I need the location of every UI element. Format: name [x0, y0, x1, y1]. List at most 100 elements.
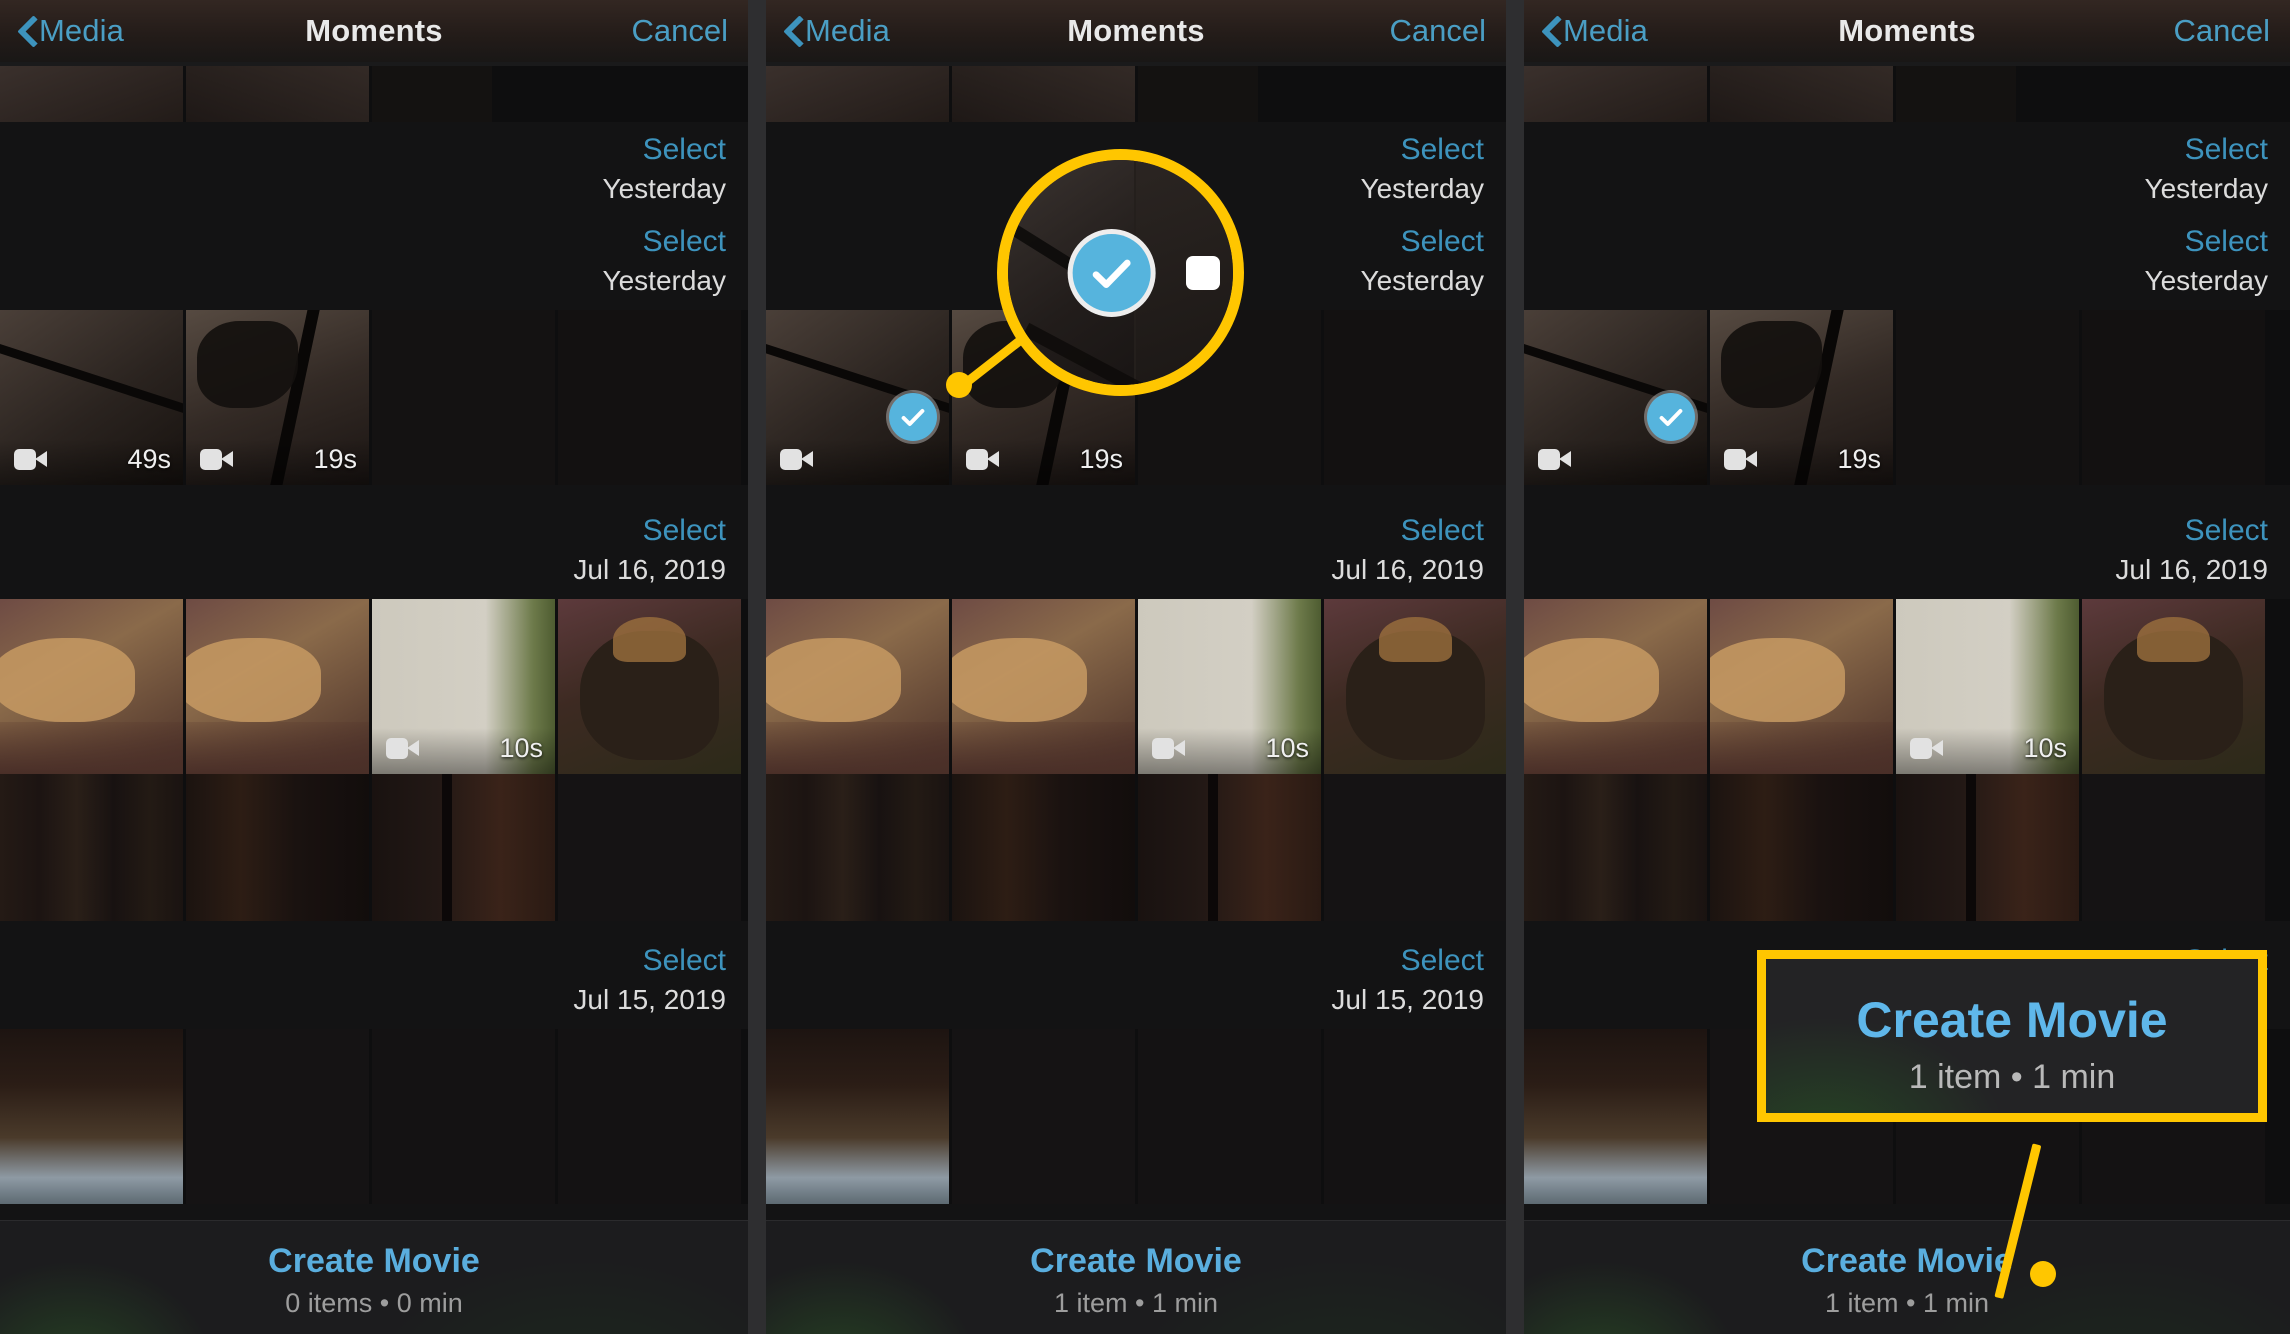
photo-thumbnail-dog[interactable] — [952, 599, 1135, 774]
section-select-button[interactable]: Select — [1524, 511, 2268, 551]
video-camera-icon — [1152, 737, 1186, 759]
section-header-3a: Select Yesterday — [1524, 122, 2290, 218]
photo-thumbnail[interactable] — [766, 66, 949, 122]
video-thumbnail-19s[interactable]: 19s — [186, 310, 369, 485]
photo-thumbnail-blurred[interactable] — [1524, 774, 1707, 921]
photo-row-blurred-a-1[interactable] — [0, 774, 748, 921]
section-header-jul16-2: Select Jul 16, 2019 — [766, 485, 1506, 599]
video-duration: 19s — [1079, 443, 1123, 474]
section-select-button[interactable]: Select — [1524, 222, 2268, 262]
photo-thumbnail-blurred[interactable] — [1524, 1029, 1707, 1204]
photo-thumbnail-blurred[interactable] — [1710, 774, 1893, 921]
photo-row-jul16-3[interactable]: 10s — [1524, 599, 2290, 774]
video-thumbnail-10s[interactable]: 10s — [1896, 599, 2079, 774]
photo-thumbnail-dog[interactable] — [1524, 599, 1707, 774]
photo-thumbnail-blurred[interactable] — [1324, 774, 1506, 921]
cancel-button-2[interactable]: Cancel — [1390, 13, 1487, 49]
photo-thumbnail[interactable] — [1896, 66, 2016, 122]
section-header-jul16-1: Select Jul 16, 2019 — [0, 485, 748, 599]
panel-divider-2 — [1506, 0, 1524, 1334]
photo-thumbnail[interactable] — [558, 310, 741, 485]
photo-thumbnail[interactable] — [1324, 310, 1506, 485]
video-thumbnail-19s[interactable]: 19s — [1710, 310, 1893, 485]
video-badge: 49s — [766, 439, 949, 485]
photo-thumbnail-blurred[interactable] — [1138, 774, 1321, 921]
photo-thumbnail-cat[interactable] — [2082, 599, 2265, 774]
photo-thumbnail-blurred[interactable] — [186, 1029, 369, 1204]
cancel-button-1[interactable]: Cancel — [632, 13, 729, 49]
video-badge: 49s — [0, 439, 183, 485]
photo-thumbnail[interactable] — [1138, 66, 1258, 122]
checkmark-circle-icon[interactable] — [1647, 393, 1695, 441]
photo-thumbnail-blurred[interactable] — [766, 774, 949, 921]
video-thumbnail-10s[interactable]: 10s — [1138, 599, 1321, 774]
photo-thumbnail[interactable] — [1524, 66, 1707, 122]
photo-thumbnail-blurred[interactable] — [372, 1029, 555, 1204]
create-movie-button-1[interactable]: Create Movie 0 items • 0 min — [0, 1220, 748, 1334]
photo-thumbnail[interactable] — [1896, 310, 2079, 485]
video-camera-icon — [1538, 448, 1572, 470]
section-select-button[interactable]: Select — [766, 941, 1484, 981]
photo-row-yesterday-3[interactable]: 49s 19s — [1524, 310, 2290, 485]
photo-thumbnail-blurred[interactable] — [186, 774, 369, 921]
photo-thumbnail[interactable] — [372, 66, 492, 122]
video-thumbnail-10s[interactable]: 10s — [372, 599, 555, 774]
video-thumbnail-49s-selected[interactable]: 49s — [1524, 310, 1707, 485]
photo-thumbnail-dog[interactable] — [766, 599, 949, 774]
photo-thumbnail-blurred[interactable] — [372, 774, 555, 921]
photo-row-top-1[interactable] — [0, 66, 748, 122]
photo-thumbnail-blurred[interactable] — [0, 774, 183, 921]
photo-thumbnail-blurred[interactable] — [558, 1029, 741, 1204]
photo-thumbnail-blurred[interactable] — [1896, 774, 2079, 921]
photo-row-blurred-b-2[interactable] — [766, 1029, 1506, 1204]
section-select-button[interactable]: Select — [0, 941, 726, 981]
photo-thumbnail-dog[interactable] — [186, 599, 369, 774]
section-header-1b: Select Yesterday — [0, 218, 748, 310]
video-thumbnail-49s-selected[interactable]: 49s — [766, 310, 949, 485]
photo-thumbnail-dog[interactable] — [1710, 599, 1893, 774]
section-select-button[interactable]: Select — [766, 511, 1484, 551]
section-header-jul15-2: Select Jul 15, 2019 — [766, 921, 1506, 1029]
unselected-marker-icon — [1185, 255, 1220, 290]
photo-row-jul16-2[interactable]: 10s — [766, 599, 1506, 774]
photo-thumbnail-blurred[interactable] — [766, 1029, 949, 1204]
section-select-button[interactable]: Select — [0, 130, 726, 170]
section-select-button[interactable]: Select — [0, 511, 726, 551]
section-header-3b: Select Yesterday — [1524, 218, 2290, 310]
callout-title: Create Movie — [1856, 992, 2168, 1048]
video-thumbnail-49s[interactable]: 49s — [0, 310, 183, 485]
photo-row-blurred-b-1[interactable] — [0, 1029, 748, 1204]
photo-row-yesterday-1[interactable]: 49s 19s — [0, 310, 748, 485]
photo-thumbnail-dog[interactable] — [0, 599, 183, 774]
photo-thumbnail[interactable] — [186, 66, 369, 122]
nav-bar-2: Media Moments Cancel — [766, 0, 1506, 62]
photo-thumbnail-cat[interactable] — [558, 599, 741, 774]
section-select-button[interactable]: Select — [1524, 130, 2268, 170]
photo-thumbnail-blurred[interactable] — [558, 774, 741, 921]
photo-thumbnail[interactable] — [1710, 66, 1893, 122]
cancel-button-3[interactable]: Cancel — [2174, 13, 2271, 49]
photo-row-blurred-a-2[interactable] — [766, 774, 1506, 921]
photo-thumbnail-cat[interactable] — [1324, 599, 1506, 774]
photo-thumbnail[interactable] — [0, 66, 183, 122]
photo-thumbnail-blurred[interactable] — [952, 1029, 1135, 1204]
photo-thumbnail[interactable] — [2082, 310, 2265, 485]
create-movie-button-3[interactable]: Create Movie 1 item • 1 min — [1524, 1220, 2290, 1334]
photo-thumbnail-blurred[interactable] — [2082, 774, 2265, 921]
photo-thumbnail-blurred[interactable] — [952, 774, 1135, 921]
photo-thumbnail[interactable] — [952, 66, 1135, 122]
section-header-1a: Select Yesterday — [0, 122, 748, 218]
photo-row-jul16-1[interactable]: 10s — [0, 599, 748, 774]
moments-list-3[interactable]: Select Yesterday Select Yesterday 49s — [1524, 66, 2290, 1334]
photo-thumbnail-blurred[interactable] — [1324, 1029, 1506, 1204]
photo-thumbnail-blurred[interactable] — [1138, 1029, 1321, 1204]
moments-list-1[interactable]: Select Yesterday Select Yesterday 49s 19… — [0, 66, 748, 1334]
checkmark-circle-icon[interactable] — [889, 393, 937, 441]
photo-row-top-2[interactable] — [766, 66, 1506, 122]
section-select-button[interactable]: Select — [0, 222, 726, 262]
photo-row-blurred-a-3[interactable] — [1524, 774, 2290, 921]
photo-thumbnail[interactable] — [372, 310, 555, 485]
photo-row-top-3[interactable] — [1524, 66, 2290, 122]
create-movie-button-2[interactable]: Create Movie 1 item • 1 min — [766, 1220, 1506, 1334]
photo-thumbnail-blurred[interactable] — [0, 1029, 183, 1204]
